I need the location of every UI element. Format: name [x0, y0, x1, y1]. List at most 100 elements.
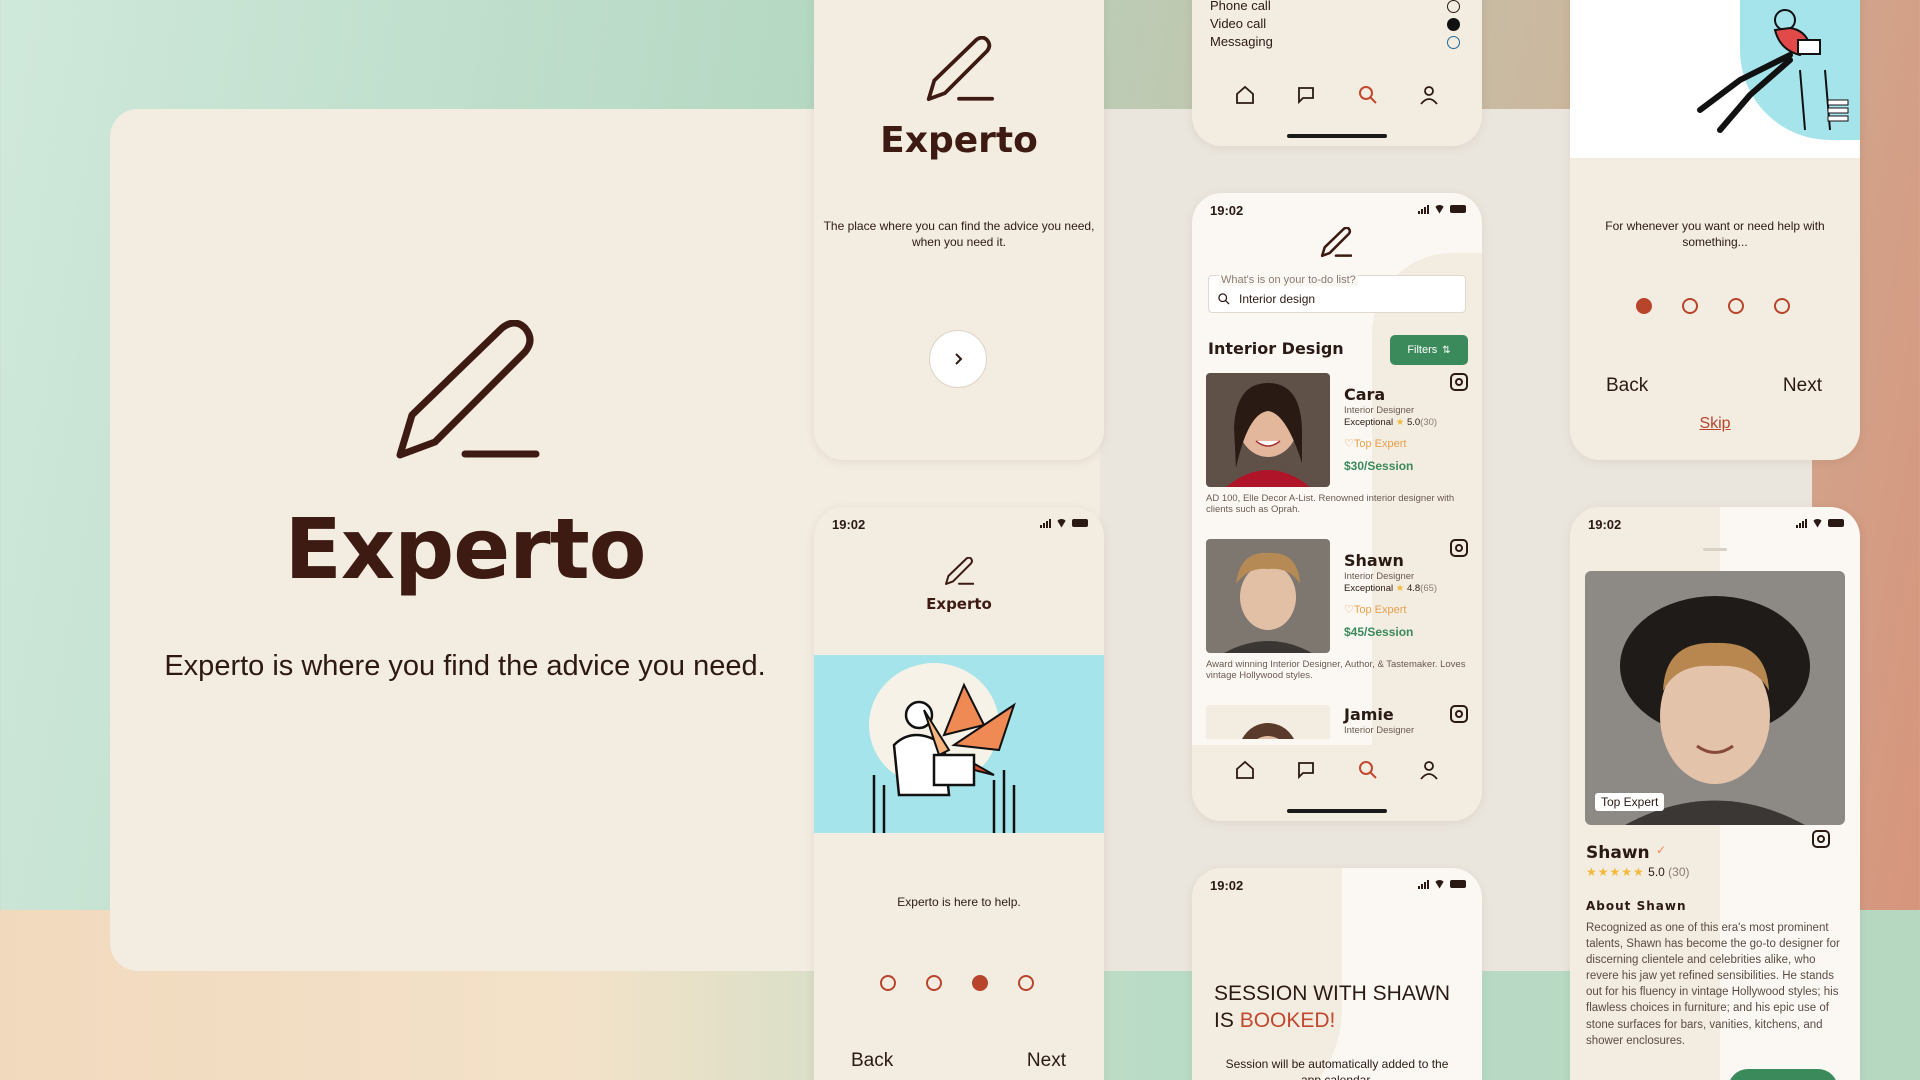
rating-count: (65)	[1420, 583, 1438, 594]
expert-name: Shawn	[1344, 551, 1404, 570]
top-expert-badge: Top Expert	[1595, 793, 1665, 811]
booked-line-1: SESSION WITH SHAWN	[1214, 982, 1451, 1005]
chevron-right-icon	[955, 353, 963, 365]
home-indicator	[1287, 809, 1387, 813]
radio-selected[interactable]	[1447, 18, 1460, 31]
person-with-plant-illustration	[869, 663, 1016, 833]
battery-icon	[1072, 519, 1088, 527]
rating-label: Exceptional	[1344, 417, 1394, 428]
expert-rating: Exceptional ★ 4.8(65)	[1344, 583, 1437, 594]
wifi-icon	[1812, 518, 1823, 528]
drag-handle[interactable]	[1703, 548, 1727, 551]
step-indicator	[1636, 298, 1790, 314]
radio-unselected[interactable]	[1447, 0, 1460, 13]
instagram-icon[interactable]	[1450, 539, 1468, 557]
phone-splash: Experto The place where you can find the…	[814, 0, 1104, 460]
status-bar: 19:02	[814, 507, 1104, 543]
home-indicator	[1287, 134, 1387, 138]
pen-logo-icon	[945, 557, 974, 585]
contact-option-label: Messaging	[1210, 34, 1273, 49]
booked-highlight: BOOKED!	[1239, 1009, 1336, 1033]
step-dot	[880, 975, 896, 991]
expert-card[interactable]: Jamie Interior Designer	[1206, 705, 1468, 739]
hero-tagline: Experto is where you find the advice you…	[164, 650, 766, 682]
instagram-icon[interactable]	[1450, 373, 1468, 391]
section-title: Interior Design	[1208, 339, 1344, 358]
top-expert-badge: ♡Top Expert	[1344, 604, 1407, 616]
expert-photo: Top Expert	[1585, 571, 1845, 825]
search-field[interactable]: What's is on your to-do list? Interior d…	[1208, 274, 1466, 313]
wifi-icon	[1056, 518, 1067, 528]
booked-headline: SESSION WITH SHAWN IS BOOKED!	[1214, 980, 1474, 1035]
rating-value: 5.0	[1648, 865, 1665, 879]
filters-label: Filters	[1407, 344, 1438, 356]
bottom-nav	[1192, 70, 1482, 120]
search-icon	[1218, 293, 1230, 305]
expert-role: Interior Designer	[1344, 725, 1415, 736]
contact-option-messaging[interactable]: Messaging	[1210, 34, 1466, 52]
signal-icon	[1418, 879, 1429, 889]
badge-icon: ♡	[1344, 604, 1354, 616]
rating-value: 5.0	[1406, 417, 1421, 428]
onboarding-text: Experto is here to help.	[897, 895, 1021, 909]
status-bar: 19:02	[1192, 193, 1482, 229]
onboarding-title: Experto	[926, 595, 992, 613]
battery-icon	[1828, 519, 1844, 527]
home-icon[interactable]	[1234, 759, 1256, 781]
search-icon[interactable]	[1357, 84, 1379, 106]
onboarding-text: For whenever you want or need help with …	[1605, 219, 1825, 250]
back-button[interactable]: Back	[851, 1050, 893, 1072]
profile-icon[interactable]	[1418, 84, 1440, 106]
expert-rating: ★★★★★ 5.0 (30)	[1586, 865, 1690, 879]
search-label: What's is on your to-do list?	[1219, 274, 1358, 286]
next-button[interactable]: Next	[1783, 375, 1822, 397]
star-icon: ★	[1395, 417, 1405, 428]
phone-session-booked: 19:02 SESSION WITH SHAWN IS BOOKED! Sess…	[1192, 868, 1482, 1080]
expert-role: Interior Designer	[1344, 405, 1415, 416]
expert-name: Shawn	[1586, 843, 1650, 863]
about-title: About Shawn	[1586, 899, 1687, 913]
home-icon[interactable]	[1234, 84, 1256, 106]
contact-option-video[interactable]: Video call	[1210, 16, 1466, 34]
star-icon: ★	[1395, 583, 1405, 594]
expert-card[interactable]: Cara Interior Designer Exceptional ★ 5.0…	[1206, 373, 1468, 533]
back-button[interactable]: Back	[1606, 375, 1648, 397]
search-input[interactable]: Interior design	[1239, 292, 1315, 306]
rating-value: 4.8	[1406, 583, 1421, 594]
rating-count: (30)	[1420, 417, 1438, 428]
contact-option-list: Phone call Video call Messaging	[1210, 0, 1466, 52]
step-dot	[1682, 298, 1698, 314]
battery-icon	[1450, 880, 1466, 888]
status-time: 19:02	[832, 517, 866, 532]
instagram-icon[interactable]	[1450, 705, 1468, 723]
signal-icon	[1040, 518, 1051, 528]
chat-icon[interactable]	[1295, 84, 1317, 106]
expert-photo	[1206, 373, 1330, 487]
next-arrow-button[interactable]	[929, 330, 987, 388]
status-time: 19:02	[1210, 878, 1244, 893]
hero-title: Experto	[284, 500, 647, 598]
expert-price: $45/Session	[1344, 625, 1414, 639]
illustration-reading	[1570, 0, 1860, 158]
filters-button[interactable]: Filters ⇅	[1390, 335, 1468, 365]
splash-subtitle: The place where you can find the advice …	[823, 219, 1095, 250]
step-dot-active	[1636, 298, 1652, 314]
wifi-icon	[1434, 879, 1445, 889]
chat-icon[interactable]	[1295, 759, 1317, 781]
sliders-icon: ⇅	[1442, 344, 1451, 356]
status-time: 19:02	[1210, 203, 1244, 218]
skip-link[interactable]: Skip	[1570, 415, 1860, 433]
expert-role: Interior Designer	[1344, 571, 1415, 582]
search-icon[interactable]	[1357, 759, 1379, 781]
book-button[interactable]	[1728, 1069, 1838, 1080]
contact-option-phone[interactable]: Phone call	[1210, 0, 1466, 16]
profile-icon[interactable]	[1418, 759, 1440, 781]
booked-line-2: IS BOOKED!	[1214, 1009, 1336, 1033]
radio-unselected[interactable]	[1447, 36, 1460, 49]
expert-card[interactable]: Shawn Interior Designer Exceptional ★ 4.…	[1206, 539, 1468, 699]
signal-icon	[1796, 518, 1807, 528]
next-button[interactable]: Next	[1027, 1050, 1066, 1072]
stars-icon: ★★★★★	[1586, 865, 1645, 879]
instagram-icon[interactable]	[1812, 830, 1830, 848]
phone-contact-options: Phone call Video call Messaging	[1192, 0, 1482, 146]
